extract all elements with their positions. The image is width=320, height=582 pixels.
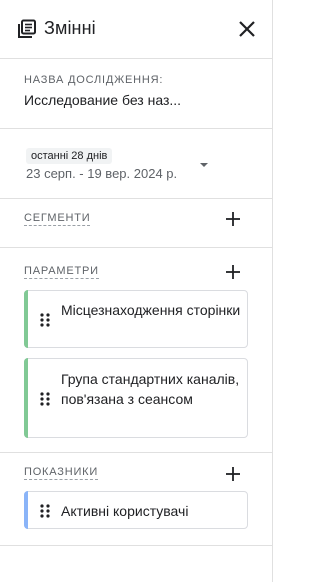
add-segment-plus-icon[interactable] xyxy=(224,210,242,228)
chip-color-stripe xyxy=(24,358,28,438)
divider xyxy=(0,198,272,199)
divider xyxy=(0,545,272,546)
panel-title: Змінні xyxy=(44,18,96,38)
parameters-title: ПАРАМЕТРИ xyxy=(24,265,99,279)
parameter-chip-label: Група стандартних каналів, пов'язана з с… xyxy=(61,371,240,407)
drag-handle-icon[interactable] xyxy=(40,313,50,327)
divider xyxy=(0,128,272,129)
parameter-chip-label: Місцезнаходження сторінки xyxy=(61,302,241,318)
caret-down-icon[interactable] xyxy=(198,158,210,170)
add-metric-plus-icon[interactable] xyxy=(224,465,242,483)
parameter-chip[interactable]: Місцезнаходження сторінки xyxy=(24,290,248,348)
divider xyxy=(0,247,272,248)
metric-chip[interactable]: Активні користувачі xyxy=(24,491,248,529)
divider xyxy=(0,452,272,453)
panel-header: Змінні xyxy=(0,0,272,58)
metric-chip-label: Активні користувачі xyxy=(61,503,189,519)
segments-title: СЕГМЕНТИ xyxy=(24,212,91,226)
close-icon[interactable] xyxy=(236,18,258,40)
divider xyxy=(0,58,272,59)
study-name[interactable]: Исследование без наз... xyxy=(24,92,181,108)
drag-handle-icon[interactable] xyxy=(40,392,50,406)
study-name-label: НАЗВА ДОСЛІДЖЕННЯ: xyxy=(24,74,164,86)
date-preset-badge[interactable]: останні 28 днів xyxy=(26,148,113,164)
list-box-icon xyxy=(17,19,37,39)
chip-color-stripe xyxy=(24,491,28,529)
metrics-title: ПОКАЗНИКИ xyxy=(24,466,99,480)
parameter-chip[interactable]: Група стандартних каналів, пов'язана з с… xyxy=(24,358,248,438)
chip-color-stripe xyxy=(24,290,28,348)
drag-handle-icon[interactable] xyxy=(40,504,50,518)
variables-panel: Змінні НАЗВА ДОСЛІДЖЕННЯ: Исследование б… xyxy=(0,0,273,582)
add-parameter-plus-icon[interactable] xyxy=(224,263,242,281)
date-range-text[interactable]: 23 серп. - 19 вер. 2024 р. xyxy=(26,166,177,181)
